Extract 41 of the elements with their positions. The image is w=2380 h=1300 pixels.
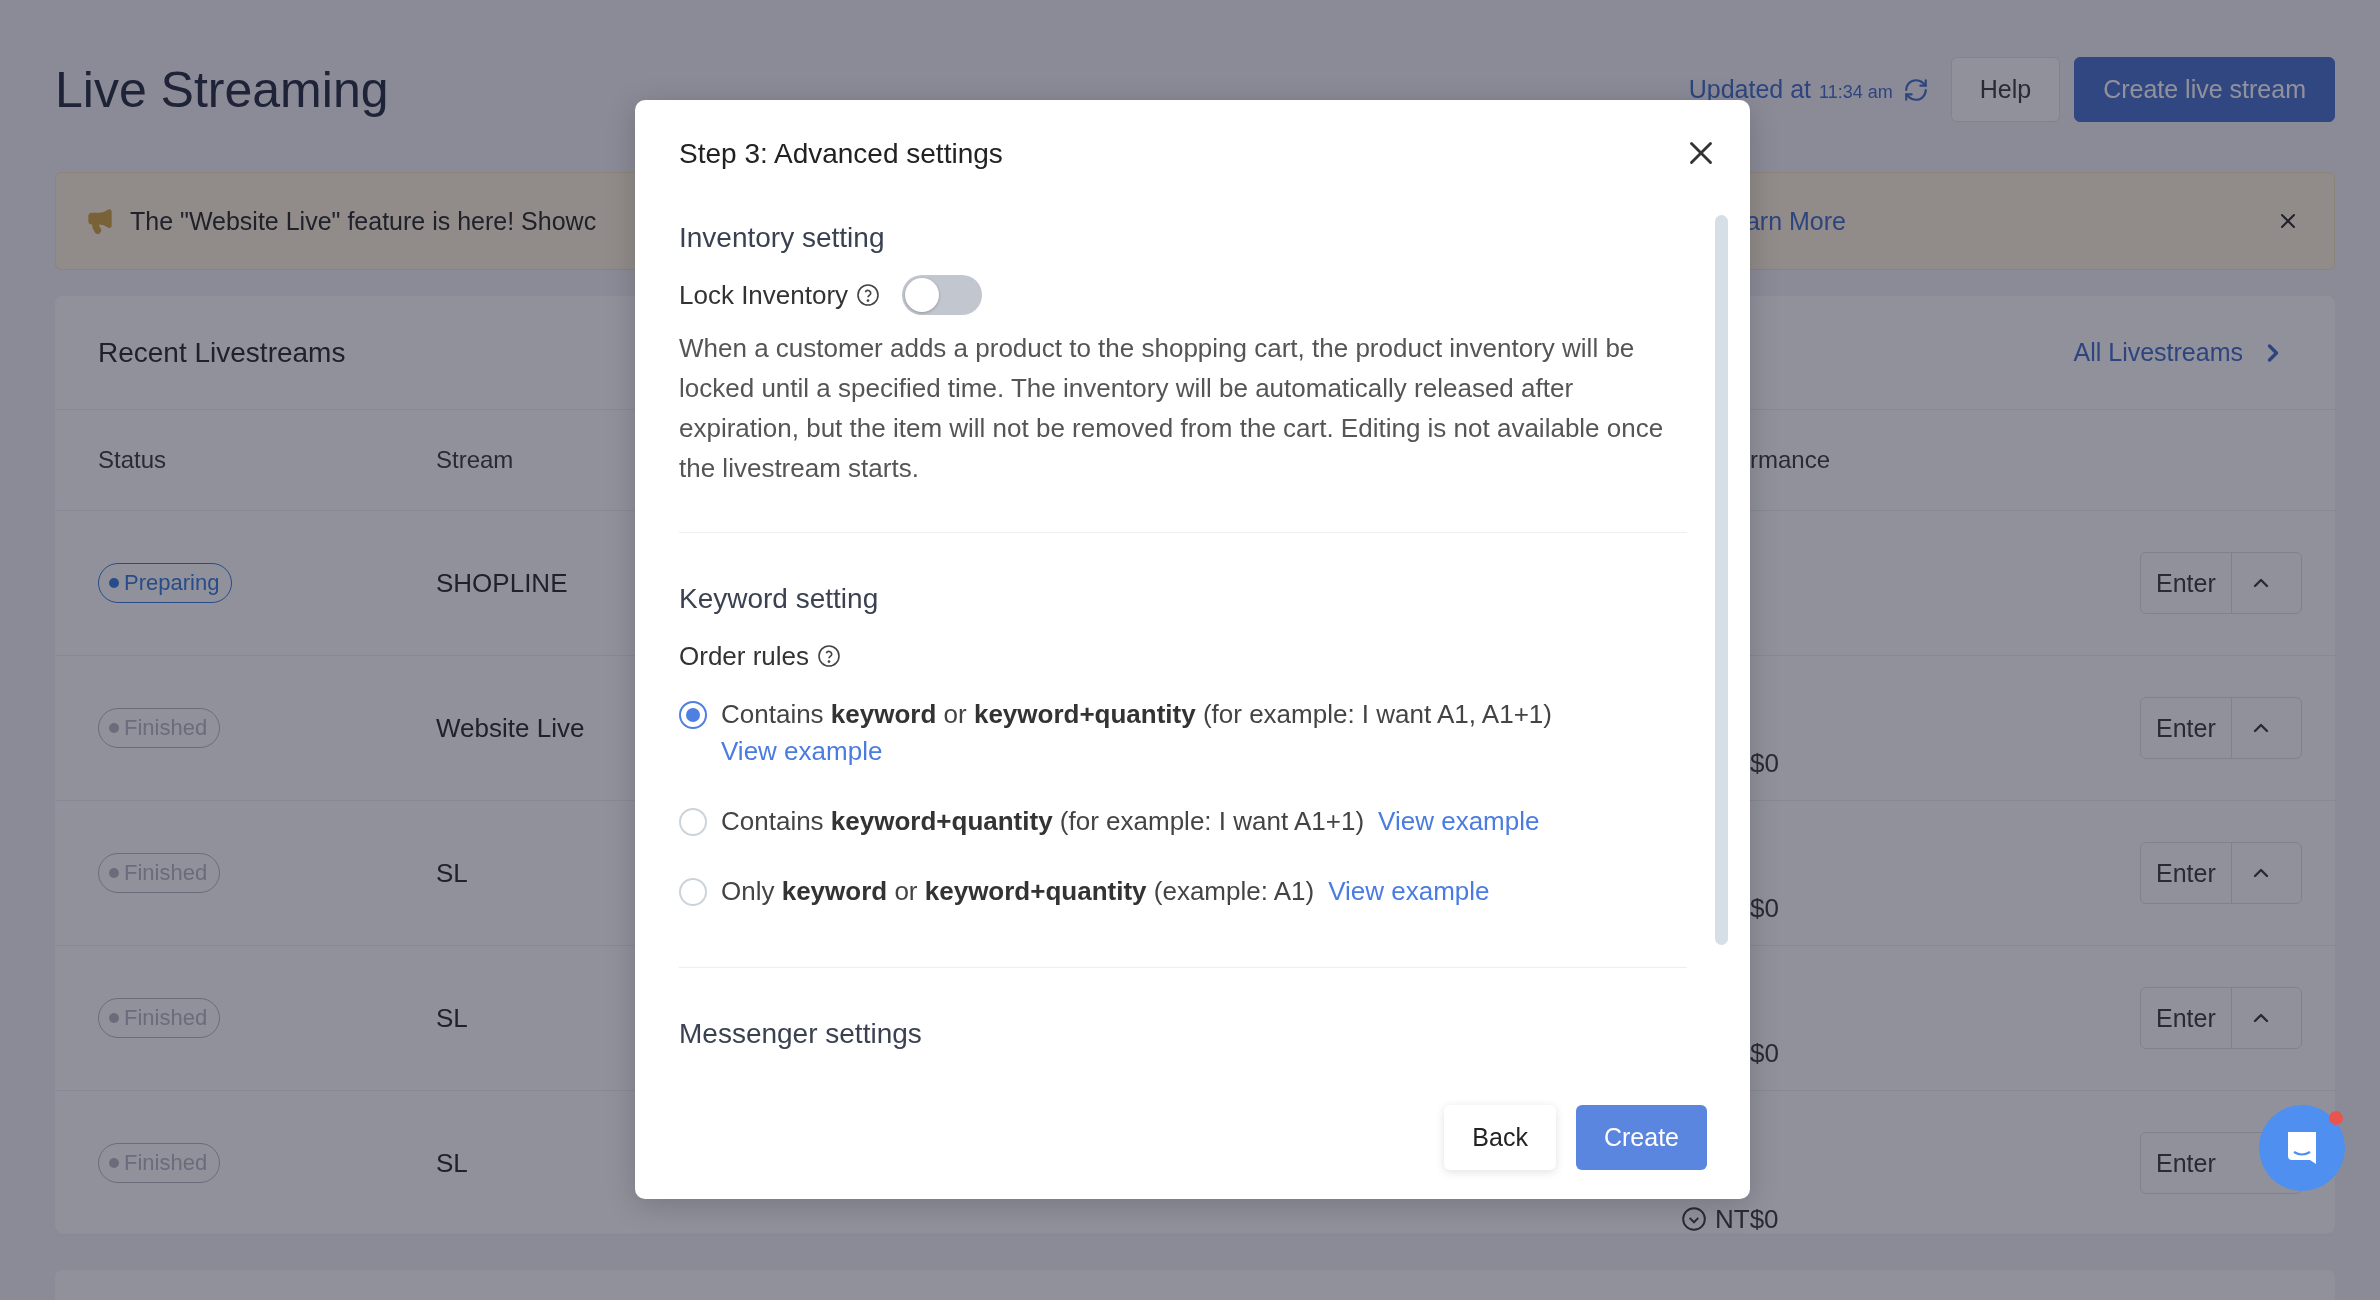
performance-value: $0 [1750, 892, 1779, 924]
option-label: Contains keyword+quantity (for example: I want A1+1) [721, 806, 1365, 836]
page-title: Live Streaming [55, 60, 390, 119]
help-icon [817, 644, 842, 668]
stream-name: SL [436, 857, 468, 889]
section-heading: Messenger settings [679, 1017, 923, 1051]
description-text: When a customer adds a product to the shopping cart, the product inventory will be locked until a specified time. The inventory will be automatically released after expiration, but the item will not be removed from the cart. Editing is not available once the livestream starts. [679, 332, 1665, 485]
column-header: Status [98, 446, 167, 474]
refresh-icon[interactable] [1902, 76, 1929, 103]
performance-value: $0 [1750, 747, 1779, 779]
field-label: Order rules [679, 640, 810, 672]
option-label: Contains keyword or keyword+quantity (for example: I want A1, A1+1) [721, 699, 1552, 729]
performance-value: $0 [1750, 1037, 1779, 1069]
create-button[interactable]: Create live stream [2074, 57, 2335, 122]
section-heading: Keyword setting [679, 582, 880, 616]
field-label: Lock Inventory [679, 279, 849, 311]
stream-name: SL [436, 1147, 468, 1179]
section-heading: Inventory setting [679, 221, 886, 255]
column-header: Stream [436, 446, 514, 474]
scrollbar-thumb[interactable] [1715, 215, 1728, 945]
stream-name: SL [436, 1002, 468, 1034]
radio-button[interactable] [679, 701, 707, 729]
help-icon [856, 283, 881, 307]
banner-message: The "Website Live" feature is here! Showc [130, 206, 597, 236]
stream-name: SHOPLINE [436, 567, 568, 599]
back-button[interactable]: Back [1444, 1105, 1556, 1170]
updated-time: Updated at 11:34 am [1688, 75, 1893, 104]
column-header: rmance [1749, 446, 1831, 474]
all-livestreams-link[interactable]: All Livestreams [2073, 338, 2287, 367]
create-button[interactable]: Create [1575, 1105, 1707, 1170]
megaphone-icon [86, 207, 114, 235]
view-example-link[interactable]: View example [721, 733, 883, 770]
toggle-switch[interactable] [902, 275, 983, 315]
card-title: Recent Livestreams [98, 336, 346, 369]
performance-value: NT$0 [1715, 1203, 1779, 1235]
help-button[interactable]: Help [1950, 57, 2061, 122]
view-example-link[interactable]: View example [1378, 803, 1540, 840]
stream-name: Website Live [436, 712, 585, 744]
view-example-link[interactable]: View example [1328, 873, 1490, 910]
dialog-title: Step 3: Advanced settings [679, 137, 1003, 171]
option-label: Only keyword or keyword+quantity (example: A1) [721, 876, 1315, 906]
